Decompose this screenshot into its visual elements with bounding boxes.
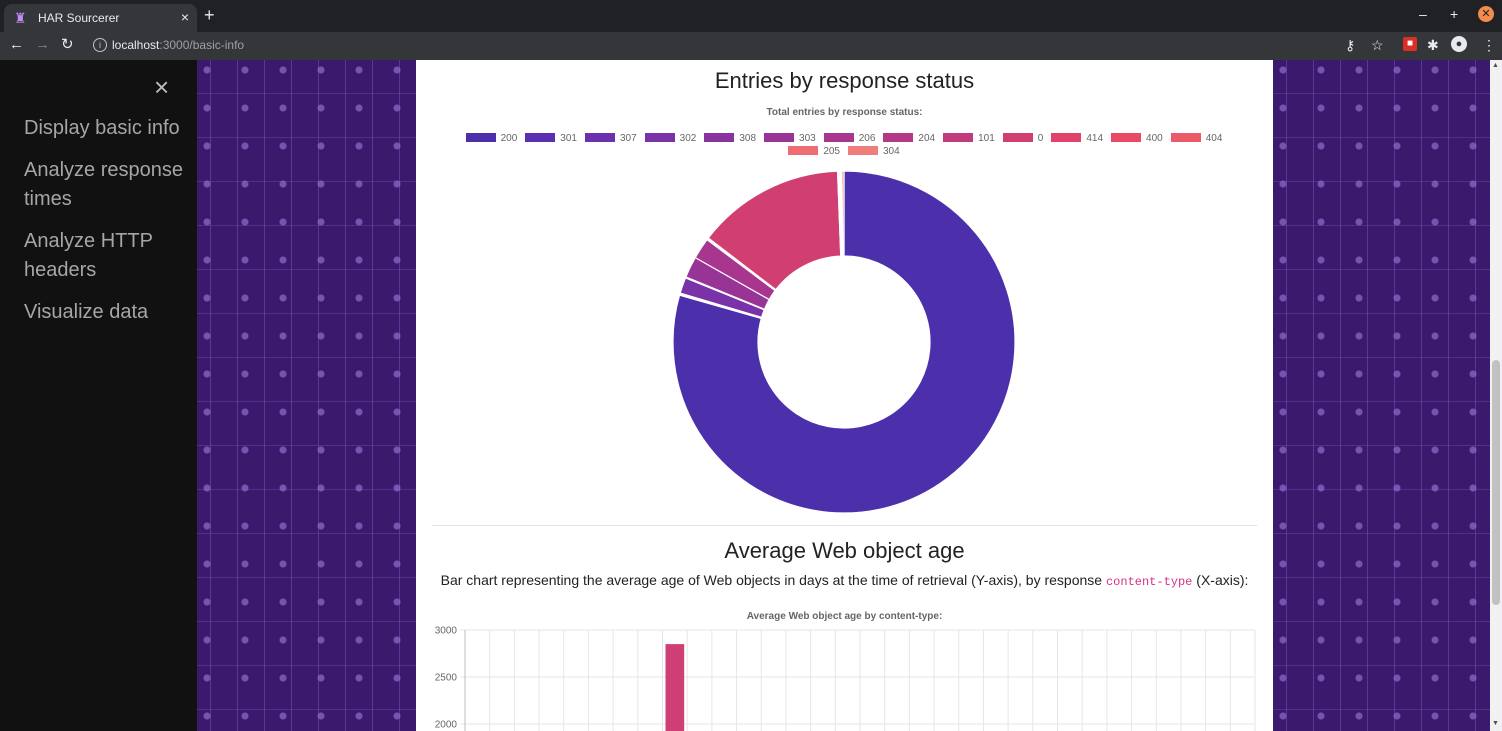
legend-label: 205 <box>823 146 840 157</box>
url-host: localhost <box>112 38 160 52</box>
nav-item-visualize-data[interactable]: Visualize data <box>24 298 194 327</box>
legend-item[interactable]: 204 <box>883 132 935 145</box>
legend-item[interactable]: 400 <box>1111 132 1163 145</box>
legend-label: 307 <box>619 133 637 144</box>
legend-label: 301 <box>560 133 577 144</box>
scroll-down-icon[interactable]: ▼ <box>1492 720 1499 727</box>
legend-swatch <box>525 133 556 142</box>
legend-swatch <box>764 133 795 142</box>
legend-swatch <box>1170 133 1201 142</box>
browser-toolbar: ← → ↻ i localhost:3000/basic-info ⚷ ☆ ■ … <box>0 32 1502 60</box>
legend-swatch <box>943 133 974 142</box>
legend-item[interactable]: 301 <box>525 132 577 145</box>
scrollbar-thumb[interactable] <box>1492 360 1500 605</box>
side-navigation: × Display basic info Analyze response ti… <box>0 60 197 731</box>
legend-swatch <box>883 133 914 142</box>
legend-swatch <box>1051 133 1082 142</box>
legend-label: 414 <box>1086 133 1104 144</box>
tab-title: HAR Sourcerer <box>38 11 120 25</box>
legend-swatch <box>823 133 854 142</box>
doughnut-slice-304[interactable] <box>841 170 845 257</box>
maximize-icon[interactable]: + <box>1450 6 1458 22</box>
legend-label: 101 <box>978 133 995 144</box>
status-doughnut-chart <box>672 170 1016 514</box>
age-section-heading: Average Web object age <box>724 538 965 563</box>
legend-label: 303 <box>799 133 816 144</box>
puzzle-icon[interactable]: ✱ <box>1427 37 1439 53</box>
scroll-up-icon[interactable]: ▲ <box>1492 62 1499 69</box>
age-bar-chart: 3000 2500 2000 <box>435 626 1256 731</box>
legend-swatch <box>465 133 496 142</box>
age-bar[interactable] <box>665 644 685 731</box>
legend-item[interactable]: 303 <box>764 132 816 145</box>
profile-avatar-icon[interactable]: ● <box>1451 36 1467 52</box>
y-tick-label: 2000 <box>435 720 458 731</box>
wizard-favicon-icon: ♜ <box>14 10 27 26</box>
address-bar[interactable]: localhost:3000/basic-info <box>112 38 244 52</box>
legend-label: 302 <box>679 133 697 144</box>
tab-close-icon[interactable]: × <box>181 9 189 25</box>
description-suffix: (X-axis): <box>1192 572 1249 588</box>
legend-item[interactable]: 302 <box>644 132 697 145</box>
legend-swatch <box>1002 133 1033 142</box>
window-close-icon[interactable]: ✕ <box>1478 6 1494 22</box>
page-scrollbar[interactable]: ▲ ▼ <box>1490 60 1502 731</box>
legend-item[interactable]: 307 <box>584 132 637 145</box>
new-tab-button[interactable]: + <box>204 5 215 25</box>
status-chart-legend: 200 301 307 302 308 303 206 204 101 0 414 400 404 205… <box>444 132 1244 158</box>
y-tick-label: 3000 <box>435 626 458 637</box>
content-type-code: content-type <box>1105 575 1193 589</box>
minimize-icon[interactable]: – <box>1419 6 1427 22</box>
nav-item-response-times[interactable]: Analyze response times <box>24 156 194 214</box>
description-text: Bar chart representing the average age o… <box>440 572 1106 588</box>
key-icon[interactable]: ⚷ <box>1345 37 1355 53</box>
section-divider <box>432 525 1257 526</box>
legend-swatch <box>848 146 878 155</box>
legend-item[interactable]: 304 <box>848 145 900 158</box>
nav-item-http-headers[interactable]: Analyze HTTP headers <box>24 227 194 285</box>
legend-item[interactable]: 206 <box>823 132 876 145</box>
legend-item[interactable]: 205 <box>788 145 840 158</box>
status-section-heading: Entries by response status <box>714 68 975 93</box>
legend-swatch <box>644 133 675 142</box>
legend-swatch <box>704 133 735 142</box>
legend-label: 404 <box>1205 133 1223 144</box>
reload-icon[interactable]: ↻ <box>61 36 74 54</box>
legend-label: 308 <box>739 133 757 144</box>
legend-item[interactable]: 414 <box>1051 132 1103 145</box>
extension-icon[interactable]: ■ <box>1403 37 1417 51</box>
back-arrow-icon[interactable]: ← <box>9 36 24 54</box>
legend-swatch <box>584 133 615 142</box>
legend-swatch <box>788 146 819 155</box>
legend-item[interactable]: 0 <box>1002 132 1044 145</box>
y-tick-label: 2500 <box>435 673 458 684</box>
legend-item[interactable]: 200 <box>465 132 518 145</box>
forward-arrow-icon[interactable]: → <box>35 36 50 54</box>
star-icon[interactable]: ☆ <box>1371 37 1384 53</box>
close-icon[interactable]: × <box>154 74 169 100</box>
menu-kebab-icon[interactable]: ⋮ <box>1482 37 1496 53</box>
legend-swatch <box>1111 133 1142 142</box>
legend-item[interactable]: 404 <box>1170 132 1223 145</box>
legend-label: 204 <box>918 133 936 144</box>
status-chart-title: Total entries by response status: <box>766 107 923 118</box>
legend-item[interactable]: 101 <box>943 132 995 145</box>
nav-item-basic-info[interactable]: Display basic info <box>24 114 194 143</box>
circuit-background-left <box>197 60 416 731</box>
url-path: :3000/basic-info <box>159 38 245 52</box>
legend-label: 206 <box>858 133 876 144</box>
legend-label: 200 <box>500 133 518 144</box>
legend-label: 304 <box>883 146 900 157</box>
legend-label: 0 <box>1037 133 1044 144</box>
age-section-description: Bar chart representing the average age o… <box>416 572 1273 589</box>
browser-tab[interactable]: ♜ HAR Sourcerer × <box>4 4 197 32</box>
legend-item[interactable]: 308 <box>704 132 756 145</box>
legend-label: 400 <box>1146 133 1163 144</box>
site-info-icon[interactable]: i <box>93 38 107 52</box>
main-content: Entries by response status Total entries… <box>416 60 1273 731</box>
browser-tab-strip: ♜ HAR Sourcerer × + – + ✕ <box>0 0 1502 32</box>
circuit-background-right <box>1273 60 1490 731</box>
